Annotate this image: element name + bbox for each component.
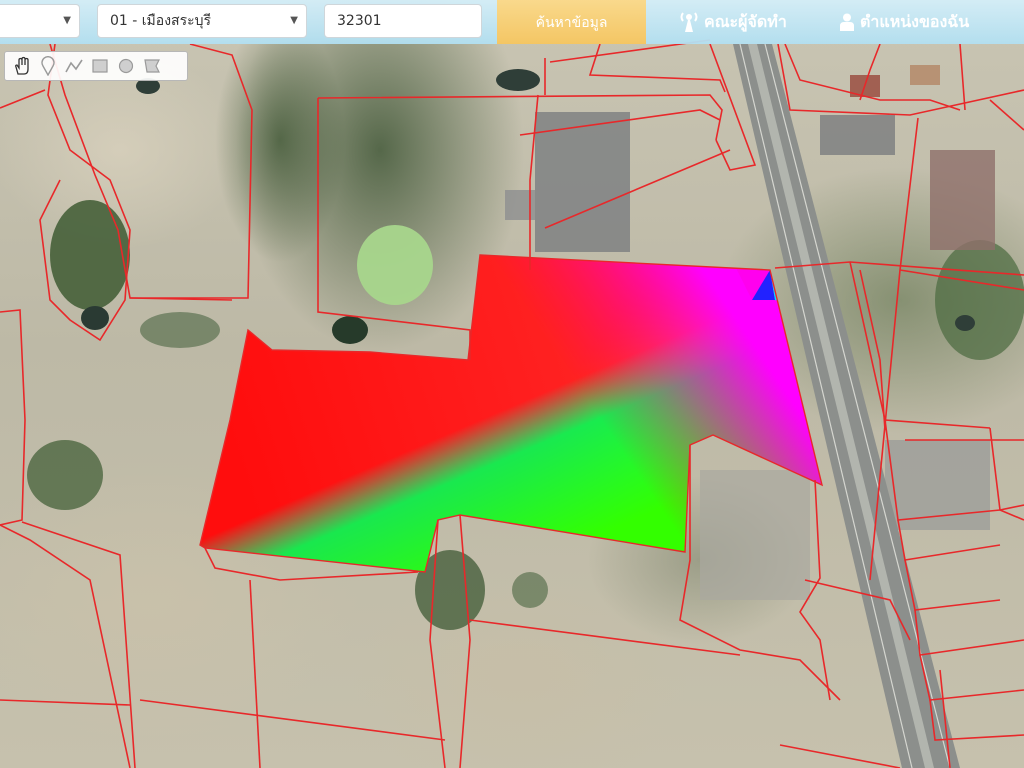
top-search-bar: ▼ 01 - เมืองสระบุรี ▼ 32301 ค้นหาข้อมูล … [0, 0, 1024, 44]
polyline-icon[interactable] [61, 53, 87, 79]
draw-toolbar [4, 51, 188, 81]
deed-number-input[interactable]: 32301 [324, 4, 482, 38]
my-location-link-label: ตำแหน่งของฉัน [860, 11, 970, 31]
chevron-down-icon: ▼ [290, 15, 298, 26]
user-icon [840, 13, 854, 31]
map-layers [0, 39, 1024, 768]
marker-icon[interactable] [35, 53, 61, 79]
chevron-down-icon: ▼ [63, 15, 71, 26]
team-link[interactable]: คณะผู้จัดทำ [680, 8, 787, 36]
province-select[interactable]: ▼ [0, 4, 80, 38]
polygon-icon[interactable] [139, 53, 165, 79]
search-button[interactable]: ค้นหาข้อมูล [497, 0, 646, 44]
district-select[interactable]: 01 - เมืองสระบุรี ▼ [97, 4, 307, 38]
satellite-map[interactable] [0, 0, 1024, 768]
antenna-icon [680, 12, 698, 32]
circle-icon[interactable] [113, 53, 139, 79]
pan-hand-icon[interactable] [9, 53, 35, 79]
district-select-value: 01 - เมืองสระบุรี [110, 13, 212, 29]
rectangle-icon[interactable] [87, 53, 113, 79]
deed-number-value: 32301 [337, 13, 382, 29]
team-link-label: คณะผู้จัดทำ [704, 11, 787, 31]
my-location-link[interactable]: ตำแหน่งของฉัน [840, 8, 969, 36]
